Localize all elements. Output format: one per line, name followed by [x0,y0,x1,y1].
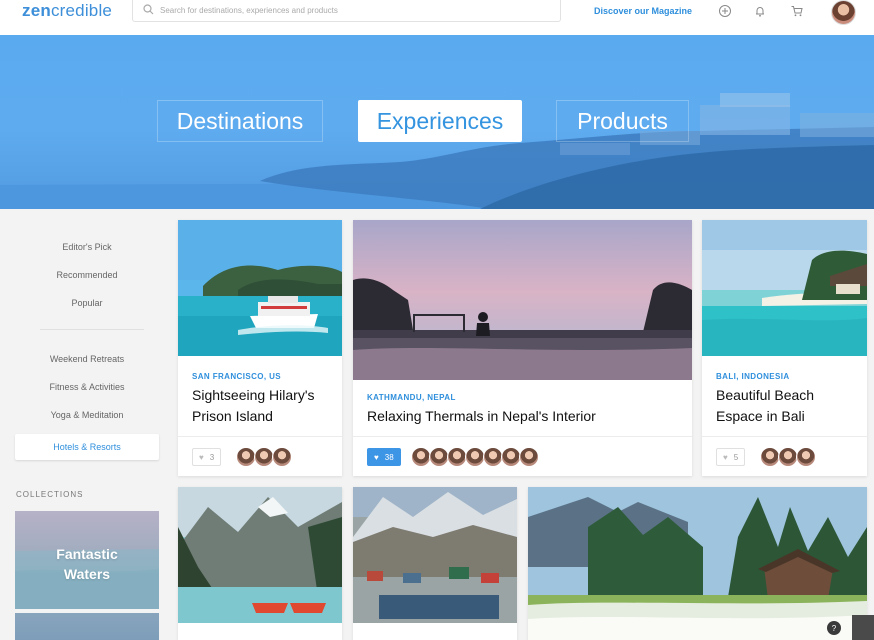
avatar[interactable] [272,447,292,467]
plus-circle-icon[interactable] [718,4,732,18]
avatar[interactable] [760,447,780,467]
collection-title-line1: Fantastic [56,546,118,562]
avatar[interactable] [411,447,431,467]
avatar[interactable] [236,447,256,467]
hero-banner: Destinations Experiences Products [0,35,874,209]
sidebar-item-editors-pick[interactable]: Editor's Pick [0,242,174,252]
sidebar-item-fitness-activities[interactable]: Fitness & Activities [0,382,174,392]
attendee-avatars [411,447,561,467]
avatar[interactable] [796,447,816,467]
like-count: 3 [209,452,215,462]
card-title[interactable]: Beautiful Beach Espace in Bali [716,385,814,427]
logo-part-zen: zen [22,1,51,20]
card-image-arctic-village [353,487,517,640]
collection-card-fantastic-waters[interactable]: Fantastic Waters [15,511,159,609]
experience-card-village[interactable] [353,487,517,640]
card-divider [353,436,692,437]
like-count: 5 [733,452,739,462]
avatar[interactable] [429,447,449,467]
card-title-line2: Prison Island [192,408,273,424]
discover-magazine-link[interactable]: Discover our Magazine [594,6,692,16]
avatar[interactable] [778,447,798,467]
collection-card-2[interactable] [15,613,159,640]
avatar[interactable] [519,447,539,467]
card-image-mountain-lake [178,487,342,640]
card-title-line1: Sightseeing Hilary's [192,387,315,403]
experience-card-san-francisco[interactable]: SAN FRANCISCO, US Sightseeing Hilary's P… [178,220,342,476]
bell-icon[interactable] [753,4,767,18]
grid-menu-button[interactable] [852,615,874,640]
collections-heading: COLLECTIONS [16,490,84,499]
avatar[interactable] [254,447,274,467]
like-count: 38 [384,452,394,462]
card-image-boat [178,220,342,356]
tab-destinations[interactable]: Destinations [157,100,323,142]
sidebar-divider [40,329,144,330]
sidebar-item-recommended[interactable]: Recommended [0,270,174,280]
tab-experiences[interactable]: Experiences [358,100,522,142]
collection-title-line2: Waters [63,566,111,582]
heart-icon: ♥ [723,452,728,462]
help-button[interactable]: ? [827,621,841,635]
sidebar-item-popular[interactable]: Popular [0,298,174,308]
card-location: SAN FRANCISCO, US [192,372,282,381]
heart-icon: ♥ [374,452,379,462]
experience-card-forest-cabin[interactable] [528,487,867,640]
top-header: zencredible Discover our Magazine [0,0,874,35]
experience-card-lake[interactable] [178,487,342,640]
card-divider [178,436,342,437]
card-title[interactable]: Sightseeing Hilary's Prison Island [192,385,315,427]
search-input[interactable] [160,3,550,18]
like-button-active[interactable]: ♥ 38 [367,448,401,466]
card-image-beach [702,220,867,356]
like-button[interactable]: ♥ 3 [192,448,222,466]
attendee-avatars [236,447,296,467]
attendee-avatars [760,447,820,467]
user-avatar[interactable] [831,0,856,25]
sidebar: Editor's Pick Recommended Popular Weeken… [0,209,174,640]
sidebar-item-weekend-retreats[interactable]: Weekend Retreats [0,354,174,364]
card-location: KATHMANDU, NEPAL [367,393,456,402]
like-button[interactable]: ♥ 5 [716,448,746,466]
card-image-forest-cabin [528,487,867,640]
cart-icon[interactable] [790,4,804,18]
avatar[interactable] [501,447,521,467]
experience-card-bali[interactable]: BALI, INDONESIA Beautiful Beach Espace i… [702,220,867,476]
card-title-line1: Beautiful Beach [716,387,815,403]
search-box[interactable] [132,0,561,22]
avatar[interactable] [483,447,503,467]
card-title-line1: Relaxing Thermals in Nepal's Interior [367,408,596,424]
sidebar-item-hotels-resorts[interactable]: Hotels & Resorts [15,434,159,460]
logo-part-credible: credible [50,1,113,20]
collection-title: Fantastic Waters [15,544,159,584]
avatar[interactable] [447,447,467,467]
card-title-line2: Espace in Bali [716,408,805,424]
card-divider [702,436,867,437]
search-icon [143,4,154,15]
logo[interactable]: zencredible [22,1,112,21]
card-title[interactable]: Relaxing Thermals in Nepal's Interior [367,406,596,427]
tab-products[interactable]: Products [556,100,689,142]
sidebar-item-yoga-meditation[interactable]: Yoga & Meditation [0,410,174,420]
heart-icon: ♥ [199,452,204,462]
avatar[interactable] [465,447,485,467]
card-location: BALI, INDONESIA [716,372,790,381]
experience-card-kathmandu[interactable]: KATHMANDU, NEPAL Relaxing Thermals in Ne… [353,220,692,476]
card-image-thermal-pool [353,220,692,380]
